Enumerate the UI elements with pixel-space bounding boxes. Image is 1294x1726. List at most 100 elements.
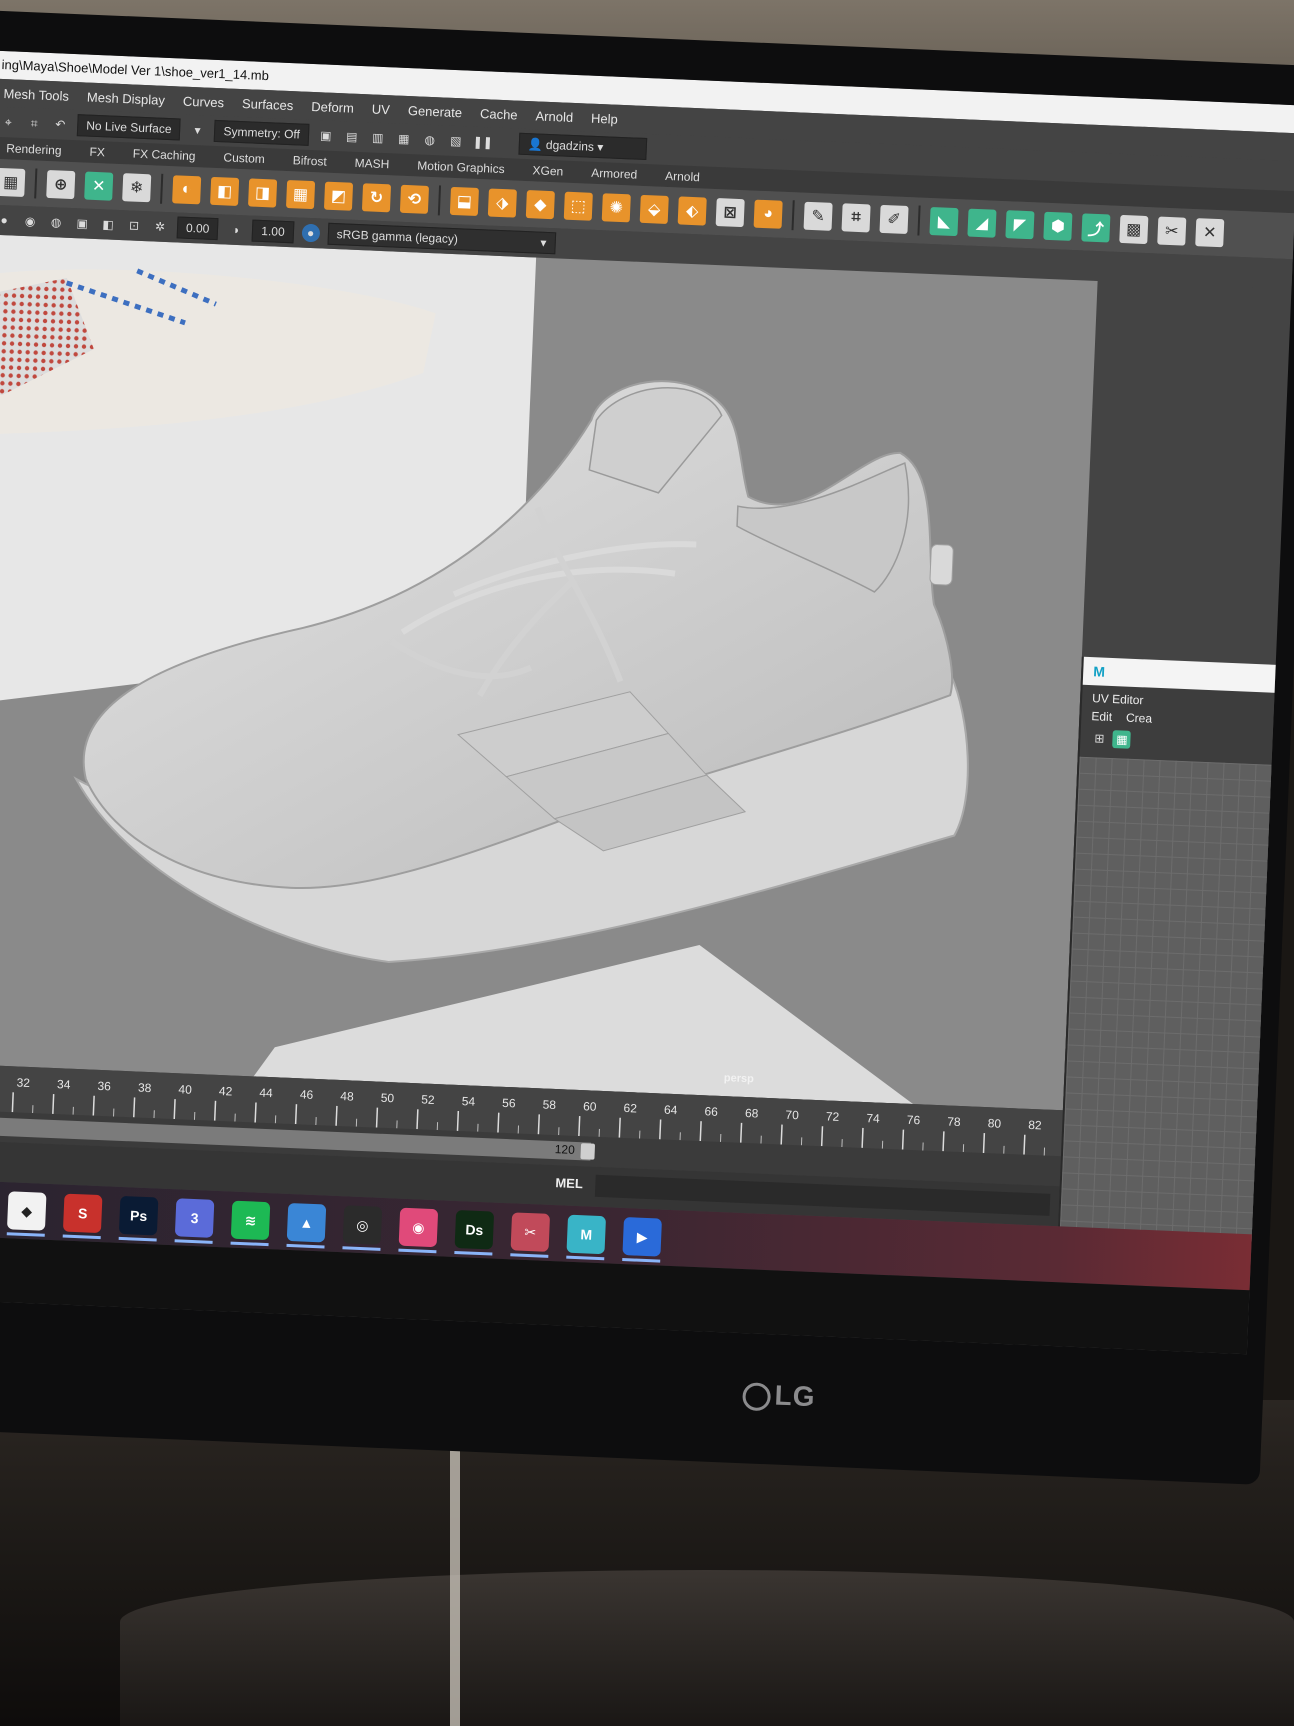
bevel-icon[interactable]: ⬗ <box>487 188 517 218</box>
uv-shaded-icon[interactable]: ▦ <box>1112 730 1132 749</box>
menu-mesh-display[interactable]: Mesh Display <box>78 89 175 108</box>
uv-checker-icon[interactable]: ▩ <box>1119 214 1149 245</box>
tab-custom[interactable]: Custom <box>209 150 279 167</box>
separate-icon[interactable]: ◧ <box>210 176 240 206</box>
menu-mesh-tools[interactable]: Mesh Tools <box>0 85 78 104</box>
ipr-render-icon[interactable]: ▥ <box>368 128 387 147</box>
offset-icon[interactable]: ⬖ <box>677 196 707 226</box>
poke-icon[interactable]: ⬙ <box>639 194 669 224</box>
substance-painter-icon[interactable]: S <box>62 1193 103 1240</box>
isolate-icon[interactable]: ▣ <box>73 214 92 233</box>
menu-uv[interactable]: UV <box>363 101 400 117</box>
render-frame-icon[interactable]: ▣ <box>317 126 336 145</box>
dimension-icon[interactable]: Ds <box>454 1209 495 1256</box>
script-language-label[interactable]: MEL <box>555 1175 583 1191</box>
time-tick-label: 50 <box>381 1091 395 1106</box>
shading-icon[interactable]: ● <box>0 211 14 230</box>
uv-auto-icon[interactable]: ⬢ <box>1043 211 1073 241</box>
time-tick-label: 38 <box>138 1081 152 1096</box>
uv-cut-icon[interactable]: ✂ <box>1157 216 1187 246</box>
grid-icon[interactable]: ▦ <box>0 167 26 198</box>
append-icon[interactable]: ◆ <box>525 190 555 220</box>
tab-arnold[interactable]: Arnold <box>651 168 714 185</box>
smooth-icon[interactable]: ▦ <box>285 180 316 210</box>
photoshop-icon[interactable]: Ps <box>118 1195 159 1242</box>
perspective-viewport[interactable]: persp <box>0 234 1098 1111</box>
extract-icon[interactable]: ◨ <box>248 178 278 208</box>
combine-icon[interactable]: ◐ <box>172 175 202 205</box>
fill-hole-icon[interactable]: ⬚ <box>563 191 593 221</box>
time-tick <box>901 1129 905 1150</box>
boolean-icon[interactable]: ◩ <box>323 181 354 211</box>
hypershade-icon[interactable]: ◍ <box>420 131 439 150</box>
maya-icon[interactable]: M <box>566 1214 607 1261</box>
render-sequence-icon[interactable]: ▤ <box>342 127 361 146</box>
media-player-icon[interactable]: ▶ <box>622 1217 662 1263</box>
tab-fx-caching[interactable]: FX Caching <box>119 146 210 164</box>
uv-unfold-icon[interactable]: ⤴ <box>1081 213 1111 243</box>
gamma-field[interactable]: 1.00 <box>251 219 295 244</box>
select-hierarchy-icon[interactable]: ⌖ <box>0 113 18 132</box>
obs-icon[interactable]: ◎ <box>342 1205 383 1251</box>
xray-icon[interactable]: ◧ <box>99 215 118 234</box>
uv-layout-icon[interactable]: ⊞ <box>1090 729 1109 748</box>
texture-icon[interactable]: ◍ <box>47 213 66 232</box>
tab-fx[interactable]: FX <box>75 144 119 160</box>
freeze-transform-icon[interactable]: ✕ <box>84 171 114 201</box>
tab-motion-graphics[interactable]: Motion Graphics <box>403 158 519 177</box>
quad-draw-icon[interactable]: ✐ <box>879 204 909 235</box>
render-settings-icon[interactable]: ▦ <box>394 129 413 148</box>
tab-mash[interactable]: MASH <box>340 155 403 172</box>
spotify-icon[interactable]: ≋ <box>230 1200 271 1247</box>
menu-arnold[interactable]: Arnold <box>526 107 582 125</box>
color-management-icon[interactable]: ● <box>301 223 321 243</box>
uv-sew-icon[interactable]: ✕ <box>1195 218 1225 248</box>
uv-grid[interactable] <box>1059 756 1274 1245</box>
bridge-icon[interactable]: ⟲ <box>399 184 430 214</box>
photos-icon[interactable]: ▲ <box>286 1202 327 1249</box>
select-component-icon[interactable]: ↶ <box>51 115 70 134</box>
range-handle[interactable] <box>580 1143 596 1160</box>
mirror-icon[interactable]: ↻ <box>361 183 392 213</box>
uv-menu-edit[interactable]: Edit <box>1091 709 1112 724</box>
menu-curves[interactable]: Curves <box>174 93 234 110</box>
user-account[interactable]: 👤 dgadzins ▾ <box>518 132 648 161</box>
snipping-icon[interactable]: ✂ <box>510 1212 551 1258</box>
menu-surfaces[interactable]: Surfaces <box>233 95 303 113</box>
gamma-icon[interactable]: ◑ <box>226 221 245 240</box>
menu-help[interactable]: Help <box>582 110 627 127</box>
lighting-icon[interactable]: ◉ <box>21 212 40 231</box>
frame-all-icon[interactable]: ⊡ <box>125 216 144 235</box>
menu-deform[interactable]: Deform <box>302 98 363 116</box>
sphere-icon[interactable]: ◕ <box>753 199 783 229</box>
tab-armored[interactable]: Armored <box>577 165 652 182</box>
edge-loop-icon[interactable]: ⌗ <box>841 203 871 233</box>
wedge-icon[interactable]: ✺ <box>601 193 631 223</box>
target-weld-icon[interactable]: ⊠ <box>715 198 745 228</box>
uv-menu-create[interactable]: Crea <box>1126 711 1153 726</box>
symmetry-field[interactable]: Symmetry: Off <box>214 119 310 146</box>
tab-xgen[interactable]: XGen <box>518 163 577 179</box>
messenger-icon[interactable]: 3 <box>174 1198 215 1244</box>
tab-rendering[interactable]: Rendering <box>0 141 76 158</box>
live-surface-field[interactable]: No Live Surface <box>76 114 182 141</box>
exposure-icon[interactable]: ✲ <box>151 217 170 236</box>
multi-cut-icon[interactable]: ✎ <box>803 201 833 231</box>
dropdown-icon[interactable]: ▾ <box>188 121 207 140</box>
uv-cylindrical-icon[interactable]: ◢ <box>967 208 997 238</box>
pause-icon[interactable]: ❚❚ <box>472 133 493 152</box>
pivot-icon[interactable]: ⊕ <box>46 169 76 200</box>
creative-cloud-icon[interactable]: ◉ <box>398 1207 439 1254</box>
unity-icon[interactable]: ◆ <box>6 1191 47 1237</box>
running-indicator <box>174 1239 213 1244</box>
menu-generate[interactable]: Generate <box>399 102 472 120</box>
render-view-icon[interactable]: ▧ <box>446 132 465 151</box>
tab-bifrost[interactable]: Bifrost <box>278 153 341 170</box>
uv-planar-icon[interactable]: ◣ <box>929 206 959 237</box>
uv-spherical-icon[interactable]: ◤ <box>1005 210 1035 240</box>
reset-transform-icon[interactable]: ❄ <box>122 173 152 203</box>
extrude-icon[interactable]: ⬓ <box>449 186 479 217</box>
exposure-field[interactable]: 0.00 <box>176 216 219 241</box>
menu-cache[interactable]: Cache <box>471 105 527 123</box>
select-object-icon[interactable]: ⌗ <box>25 114 44 133</box>
